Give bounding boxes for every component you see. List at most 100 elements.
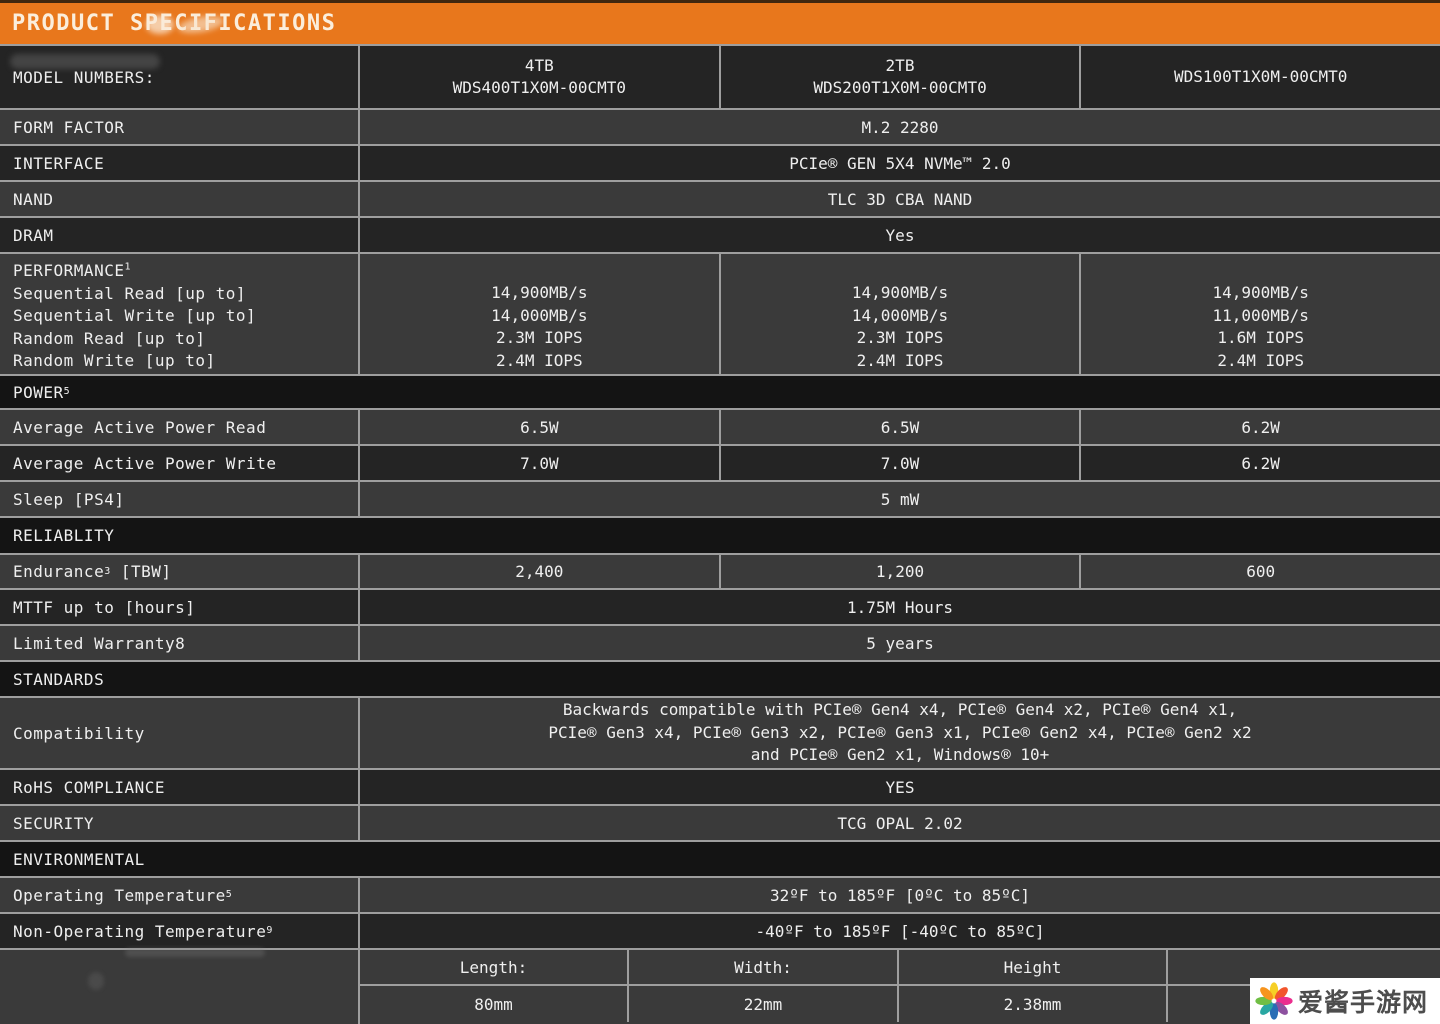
erased-smudge xyxy=(88,972,104,990)
cell-value: 6.5W xyxy=(520,417,559,437)
performance-values-1tb: 14,900MB/s 11,000MB/s 1.6M IOPS 2.4M IOP… xyxy=(1079,254,1440,374)
performance-label-cell: PERFORMANCE1 Sequential Read [up to] Seq… xyxy=(0,254,360,374)
table-row-dimensions: Length: Width: Height 80mm 22mm 2.38mm xyxy=(0,948,1440,1024)
row-value: PCIe® GEN 5X4 NVMe™ 2.0 xyxy=(789,153,1011,173)
table-row-sleep: Sleep [PS4] 5 mW xyxy=(0,482,1440,518)
metric-label: Random Read [up to] xyxy=(13,328,206,348)
cell-value: 2,400 xyxy=(515,562,564,581)
table-row-nand: NAND TLC 3D CBA NAND xyxy=(0,182,1440,218)
cell-value: 6.2W xyxy=(1079,446,1440,480)
table-row-interface: INTERFACE PCIe® GEN 5X4 NVMe™ 2.0 xyxy=(0,146,1440,182)
table-row-warranty: Limited Warranty8 5 years xyxy=(0,626,1440,662)
footnote-marker: 1 xyxy=(124,261,131,273)
cell-value: 7.0W xyxy=(520,453,559,473)
model-cell-1tb: WDS100T1X0M-00CMT0 xyxy=(1079,46,1440,108)
page-title: PRODUCT SPECIFICATIONS xyxy=(12,11,337,36)
row-label: SECURITY xyxy=(0,806,360,840)
dimension-header: Width: xyxy=(627,950,897,984)
metric-value: 14,900MB/s xyxy=(851,283,949,302)
metric-value: 2.3M IOPS xyxy=(856,328,944,347)
dimension-value: 80mm xyxy=(474,994,513,1014)
table-row-compatibility: Compatibility Backwards compatible with … xyxy=(0,698,1440,770)
dimension-header: Length: xyxy=(459,957,528,977)
row-label: Average Active Power Write xyxy=(0,446,360,480)
table-row-mttf: MTTF up to [hours] 1.75M Hours xyxy=(0,590,1440,626)
section-heading: RELIABLITY xyxy=(13,526,115,545)
spec-sheet: PRODUCT SPECIFICATIONS MODEL NUMBERS: 4T… xyxy=(0,0,1440,1024)
performance-values-4tb: 14,900MB/s 14,000MB/s 2.3M IOPS 2.4M IOP… xyxy=(360,254,719,374)
row-value: YES xyxy=(885,777,915,797)
compatibility-line: PCIe® Gen3 x4, PCIe® Gen3 x2, PCIe® Gen3… xyxy=(548,722,1252,742)
metric-value: 1.6M IOPS xyxy=(1217,328,1305,347)
metric-value: 14,000MB/s xyxy=(491,305,588,325)
table-row-model-numbers: MODEL NUMBERS: 4TB WDS400T1X0M-00CMT0 2T… xyxy=(0,46,1440,110)
dimension-header: Height xyxy=(897,950,1166,984)
row-label: Non-Operating Temperature 9 xyxy=(0,914,360,948)
model-number-text: WDS400T1X0M-00CMT0 xyxy=(452,78,627,97)
section-heading: STANDARDS xyxy=(13,669,105,689)
dimensions-label-cell xyxy=(0,948,360,1024)
watermark-text: 爱酱手游网 xyxy=(1298,988,1429,1017)
metric-value: 2.4M IOPS xyxy=(495,350,583,370)
table-row-rohs: RoHS COMPLIANCE YES xyxy=(0,770,1440,806)
row-value: 5 years xyxy=(866,633,934,653)
cell-value: 6.5W xyxy=(718,410,1080,444)
section-header-environmental: ENVIRONMENTAL xyxy=(0,842,1440,878)
compatibility-line: and PCIe® Gen2 x1, Windows® 10+ xyxy=(750,745,1050,765)
metric-value: 2.4M IOPS xyxy=(1217,350,1305,370)
table-row-form-factor: FORM FACTOR M.2 2280 xyxy=(0,110,1440,146)
metric-value: 14,900MB/s xyxy=(1212,283,1309,302)
cell-value: 1,200 xyxy=(718,555,1080,588)
row-value: 5 mW xyxy=(880,489,920,509)
section-heading: PERFORMANCE1 xyxy=(13,261,131,280)
table-row-power-write: Average Active Power Write 7.0W 7.0W 6.2… xyxy=(0,446,1440,482)
table-row-dram: DRAM Yes xyxy=(0,218,1440,254)
row-label: Average Active Power Read xyxy=(0,410,360,444)
row-label: Limited Warranty8 xyxy=(0,626,360,660)
row-value: -40ºF to 185ºF [-40ºC to 85ºC] xyxy=(755,921,1045,941)
row-value: TCG OPAL 2.02 xyxy=(837,813,963,833)
row-value: 1.75M Hours xyxy=(847,597,953,617)
row-value: Backwards compatible with PCIe® Gen4 x4,… xyxy=(360,698,1440,768)
row-label: Operating Temperature 5 xyxy=(0,878,360,912)
metric-value: 14,900MB/s xyxy=(491,283,588,302)
row-label: INTERFACE xyxy=(0,146,360,180)
row-label: NAND xyxy=(0,182,360,216)
dimension-value: 2.38mm xyxy=(897,986,1166,1022)
model-cell-4tb: 4TB WDS400T1X0M-00CMT0 xyxy=(360,46,719,108)
dimension-value: 22mm xyxy=(627,986,897,1022)
row-label: Compatibility xyxy=(0,698,360,768)
erased-smudge xyxy=(125,948,265,957)
row-label: Endurance 3 [TBW] xyxy=(0,555,360,588)
performance-values-2tb: 14,900MB/s 14,000MB/s 2.3M IOPS 2.4M IOP… xyxy=(718,254,1080,374)
metric-label: Sequential Write [up to] xyxy=(13,306,257,325)
row-value: Yes xyxy=(885,225,915,245)
page-header: PRODUCT SPECIFICATIONS xyxy=(0,0,1440,46)
section-header-standards: STANDARDS xyxy=(0,662,1440,698)
row-value: M.2 2280 xyxy=(861,117,939,137)
row-label: RoHS COMPLIANCE xyxy=(0,770,360,804)
cell-value: 600 xyxy=(1079,555,1440,588)
section-header-power: POWER 5 xyxy=(0,376,1440,410)
model-cell-2tb: 2TB WDS200T1X0M-00CMT0 xyxy=(718,46,1080,108)
model-number-text: WDS100T1X0M-00CMT0 xyxy=(1173,67,1348,86)
row-label: MODEL NUMBERS: xyxy=(0,46,360,108)
row-label: DRAM xyxy=(0,218,360,252)
site-watermark: 爱酱手游网 xyxy=(1250,978,1440,1024)
model-number-text: WDS200T1X0M-00CMT0 xyxy=(813,78,987,97)
table-row-operating-temperature: Operating Temperature 5 32ºF to 185ºF [0º… xyxy=(0,878,1440,914)
row-label: MTTF up to [hours] xyxy=(0,590,360,624)
cell-value: 7.0W xyxy=(718,446,1080,480)
section-header-reliability: RELIABLITY xyxy=(0,518,1440,555)
metric-value: 11,000MB/s xyxy=(1212,305,1309,325)
table-row-power-read: Average Active Power Read 6.5W 6.5W 6.2W xyxy=(0,410,1440,446)
pinwheel-logo-icon xyxy=(1255,982,1293,1020)
section-heading: ENVIRONMENTAL xyxy=(13,849,145,869)
capacity-text: 4TB xyxy=(524,56,554,75)
metric-value: 2.4M IOPS xyxy=(856,350,944,370)
row-label: Sleep [PS4] xyxy=(0,482,360,516)
cell-value: 6.2W xyxy=(1079,410,1440,444)
metric-value: 2.3M IOPS xyxy=(495,328,583,347)
row-value: 32ºF to 185ºF [0ºC to 85ºC] xyxy=(769,885,1031,905)
capacity-text: 2TB xyxy=(885,56,915,75)
